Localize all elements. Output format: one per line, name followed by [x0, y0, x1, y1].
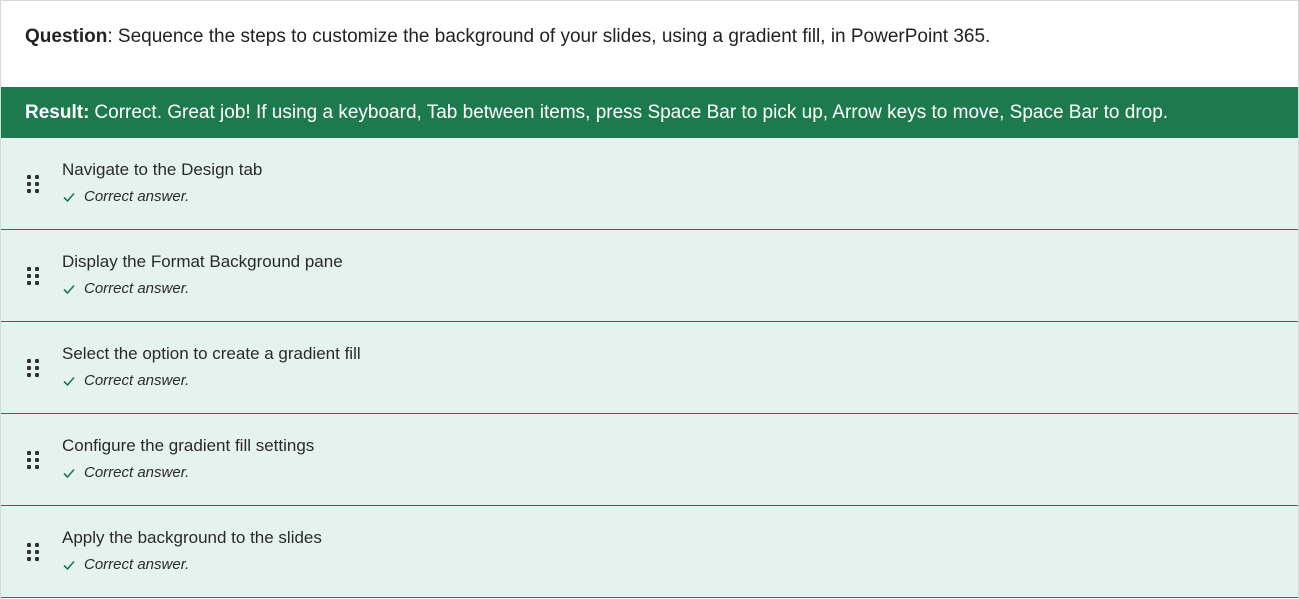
result-label: Result:: [25, 101, 90, 123]
sortable-item[interactable]: Configure the gradient fill settings Cor…: [1, 414, 1298, 506]
sortable-list: Navigate to the Design tab Correct answe…: [1, 138, 1298, 598]
checkmark-icon: [63, 192, 75, 203]
item-feedback: Correct answer.: [62, 280, 189, 298]
question-text: Sequence the steps to customize the back…: [112, 26, 991, 47]
sortable-item[interactable]: Select the option to create a gradient f…: [1, 322, 1298, 414]
checkmark-icon: [63, 468, 75, 479]
sequence-question-panel: Question: Sequence the steps to customiz…: [0, 0, 1299, 599]
result-text: Correct. Great job! If using a keyboard,…: [94, 101, 1169, 123]
question-prompt: Question: Sequence the steps to customiz…: [1, 1, 1298, 87]
checkmark-icon: [63, 376, 75, 387]
feedback-text: Correct answer.: [84, 464, 190, 481]
checkmark-icon: [63, 284, 75, 295]
feedback-text: Correct answer.: [84, 372, 190, 389]
drag-handle-icon[interactable]: [27, 358, 39, 377]
drag-handle-icon[interactable]: [27, 266, 39, 285]
item-label: Select the option to create a gradient f…: [62, 344, 361, 363]
result-banner: Result: Correct. Great job! If using a k…: [1, 87, 1298, 138]
drag-handle-icon[interactable]: [27, 450, 39, 469]
sortable-item[interactable]: Navigate to the Design tab Correct answe…: [1, 138, 1298, 230]
item-feedback: Correct answer.: [62, 188, 189, 206]
sortable-item[interactable]: Apply the background to the slides Corre…: [1, 506, 1298, 598]
feedback-text: Correct answer.: [84, 556, 190, 573]
item-label: Display the Format Background pane: [62, 252, 343, 271]
item-feedback: Correct answer.: [62, 464, 189, 482]
item-label: Apply the background to the slides: [62, 528, 322, 547]
item-label: Configure the gradient fill settings: [62, 436, 315, 455]
feedback-text: Correct answer.: [84, 280, 190, 297]
question-label: Question: [25, 26, 108, 47]
drag-handle-icon[interactable]: [27, 174, 39, 193]
drag-handle-icon[interactable]: [27, 542, 39, 561]
item-feedback: Correct answer.: [62, 372, 189, 390]
feedback-text: Correct answer.: [84, 188, 190, 205]
item-label: Navigate to the Design tab: [62, 160, 263, 179]
sortable-item[interactable]: Display the Format Background pane Corre…: [1, 230, 1298, 322]
item-feedback: Correct answer.: [62, 556, 189, 574]
checkmark-icon: [63, 560, 75, 571]
